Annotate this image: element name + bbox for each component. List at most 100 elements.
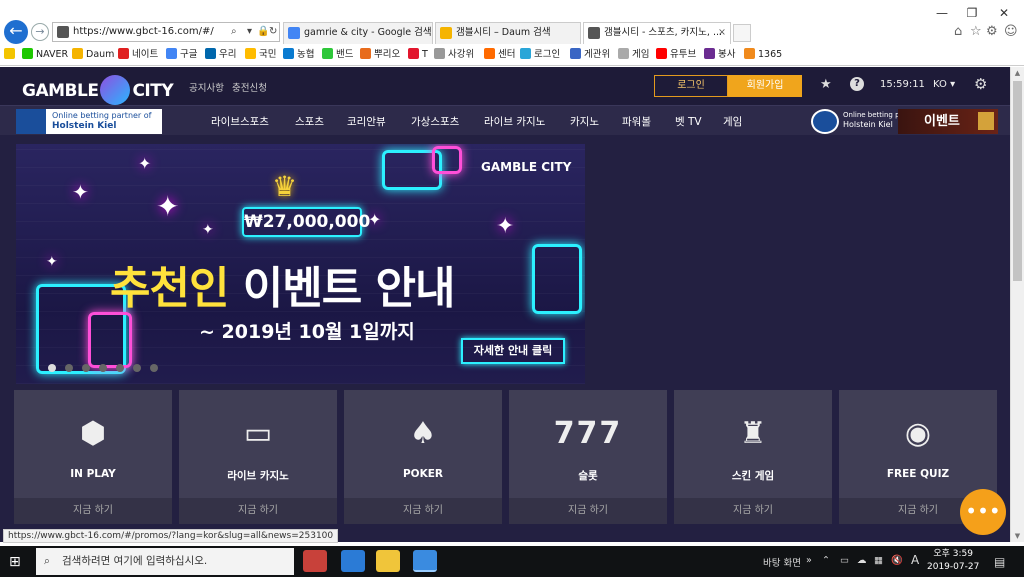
nav-live-sports[interactable]: 라이브스포츠: [211, 114, 269, 129]
slide-dot[interactable]: [99, 364, 107, 372]
details-button[interactable]: 자세한 안내 클릭: [461, 338, 565, 364]
fav-game[interactable]: 게임: [618, 45, 649, 65]
fav-woori[interactable]: 우리: [205, 45, 236, 65]
minimize-icon[interactable]: —: [928, 6, 956, 20]
promo-banner[interactable]: ✦ ✦ ✦ ✦ ✦ ✦ ✦ GAMBLE CITY ♛ ₩27,000,000 …: [16, 144, 585, 384]
scroll-down-icon[interactable]: ▼: [1013, 532, 1022, 540]
fav-volunteer[interactable]: 봉사: [704, 45, 735, 65]
page-scrollbar[interactable]: ▲ ▼: [1010, 67, 1024, 542]
cloud-icon[interactable]: ☁: [857, 555, 867, 566]
fav-sagangwi[interactable]: 사강위: [434, 45, 474, 65]
desktop-label[interactable]: 바탕 화면: [763, 555, 801, 569]
internet-explorer-icon[interactable]: [413, 550, 437, 572]
tab-daum[interactable]: 갬블시티 – Daum 검색: [435, 22, 581, 44]
nav-games[interactable]: 게임: [723, 114, 742, 129]
forward-icon[interactable]: →: [31, 23, 49, 41]
slide-dot[interactable]: [150, 364, 158, 372]
tile-slots[interactable]: 777 슬롯 지금 하기: [509, 390, 667, 524]
chevron-icon[interactable]: »: [806, 555, 812, 566]
nav-casino[interactable]: 카지노: [570, 114, 599, 129]
notice-link[interactable]: 공지사항: [189, 80, 224, 94]
fav-login[interactable]: 로그인: [520, 45, 560, 65]
home-icon[interactable]: ⌂: [954, 24, 962, 39]
store-app-icon[interactable]: [341, 550, 365, 572]
slide-dot[interactable]: [48, 364, 56, 372]
logo-text-2: CITY: [132, 81, 174, 101]
main-nav: Online betting partner of Holstein Kiel …: [0, 105, 1010, 135]
windows-start-icon[interactable]: ⊞: [9, 554, 21, 570]
event-button[interactable]: 이벤트: [898, 109, 998, 134]
fav-youtube[interactable]: 유투브: [656, 45, 696, 65]
new-tab-button[interactable]: [733, 24, 751, 42]
fav-ppurio[interactable]: 뿌리오: [360, 45, 400, 65]
fav-t[interactable]: T: [408, 45, 428, 65]
ime-indicator[interactable]: A: [911, 553, 919, 567]
favorites-star-icon[interactable]: [4, 45, 18, 65]
address-bar[interactable]: https://www.gbct-16.com/#/ ⌕ ▾ 🔒 ↻: [52, 22, 280, 42]
fav-naver[interactable]: NAVER: [22, 45, 68, 65]
app-pinned-icon[interactable]: [303, 550, 327, 572]
slide-dot[interactable]: [116, 364, 124, 372]
tile-in-play[interactable]: ⬢ IN PLAY 지금 하기: [14, 390, 172, 524]
scroll-thumb[interactable]: [1013, 81, 1022, 281]
nav-live-casino[interactable]: 라이브 카지노: [484, 114, 545, 129]
taskbar-search[interactable]: ⌕ 검색하려면 여기에 입력하십시오.: [36, 548, 294, 575]
play-now-button[interactable]: 지금 하기: [14, 498, 172, 524]
file-explorer-icon[interactable]: [376, 550, 400, 572]
taskbar-clock[interactable]: 오후 3:59 2019-07-27: [927, 548, 979, 574]
scroll-up-icon[interactable]: ▲: [1013, 69, 1022, 77]
star-icon[interactable]: ★: [820, 77, 832, 92]
site-logo[interactable]: GAMBLE CITY: [22, 75, 174, 105]
network-icon[interactable]: ▦: [874, 555, 883, 566]
help-icon[interactable]: ?: [850, 77, 864, 91]
fav-daum[interactable]: Daum: [72, 45, 114, 65]
back-icon[interactable]: ←: [4, 20, 28, 44]
partner-badge[interactable]: Online betting partner of Holstein Kiel: [16, 109, 162, 134]
slide-dot[interactable]: [133, 364, 141, 372]
fav-kookmin[interactable]: 국민: [245, 45, 276, 65]
fav-nate[interactable]: 네이트: [118, 45, 158, 65]
fav-nonghyup[interactable]: 농협: [283, 45, 314, 65]
language-select[interactable]: KO ▾: [933, 79, 955, 90]
slide-dots: [48, 362, 167, 375]
tab-active[interactable]: 갬블시티 - 스포츠, 카지노, ... ×: [583, 22, 731, 44]
tab-google[interactable]: gamrie & city - Google 검색: [283, 22, 433, 44]
play-now-button[interactable]: 지금 하기: [344, 498, 502, 524]
smiley-icon[interactable]: ☺: [1004, 24, 1018, 39]
login-button[interactable]: 로그인: [654, 75, 728, 97]
dropdown-icon[interactable]: ▾: [247, 23, 252, 41]
gear-icon[interactable]: ⚙: [974, 75, 987, 93]
play-now-button[interactable]: 지금 하기: [179, 498, 337, 524]
deposit-link[interactable]: 충전신청: [232, 80, 267, 94]
nav-korean-view[interactable]: 코리안뷰: [347, 114, 386, 129]
tile-poker[interactable]: ♠ POKER 지금 하기: [344, 390, 502, 524]
fav-gamerating[interactable]: 게관위: [570, 45, 610, 65]
maximize-icon[interactable]: ❐: [958, 6, 986, 20]
slide-dot[interactable]: [65, 364, 73, 372]
favorites-icon[interactable]: ☆: [970, 24, 982, 39]
join-button[interactable]: 회원가입: [728, 75, 802, 97]
nav-sports[interactable]: 스포츠: [295, 114, 324, 129]
fav-center[interactable]: 센터: [484, 45, 515, 65]
slide-dot[interactable]: [82, 364, 90, 372]
refresh-icon[interactable]: ↻: [269, 23, 277, 41]
nav-powerball[interactable]: 파워볼: [622, 114, 651, 129]
battery-icon[interactable]: ▭: [840, 555, 849, 566]
play-now-button[interactable]: 지금 하기: [509, 498, 667, 524]
nav-virtual-sports[interactable]: 가상스포츠: [411, 114, 459, 129]
settings-icon[interactable]: ⚙: [986, 24, 998, 39]
tile-skin-game[interactable]: ♜ 스킨 게임 지금 하기: [674, 390, 832, 524]
nav-bet-tv[interactable]: 벳 TV: [675, 114, 702, 129]
tile-live-casino[interactable]: ▭ 라이브 카지노 지금 하기: [179, 390, 337, 524]
close-tab-icon[interactable]: ×: [718, 23, 726, 43]
tray-up-icon[interactable]: ⌃: [822, 555, 830, 566]
search-icon[interactable]: ⌕: [231, 23, 237, 41]
chat-button[interactable]: •••: [960, 489, 1006, 535]
volume-muted-icon[interactable]: 🔇: [891, 555, 903, 566]
fav-google[interactable]: 구글: [166, 45, 197, 65]
fav-1365[interactable]: 1365: [744, 45, 782, 65]
play-now-button[interactable]: 지금 하기: [674, 498, 832, 524]
notification-icon[interactable]: ▤: [994, 555, 1005, 569]
fav-band[interactable]: 밴드: [322, 45, 353, 65]
close-icon[interactable]: ✕: [990, 6, 1018, 20]
